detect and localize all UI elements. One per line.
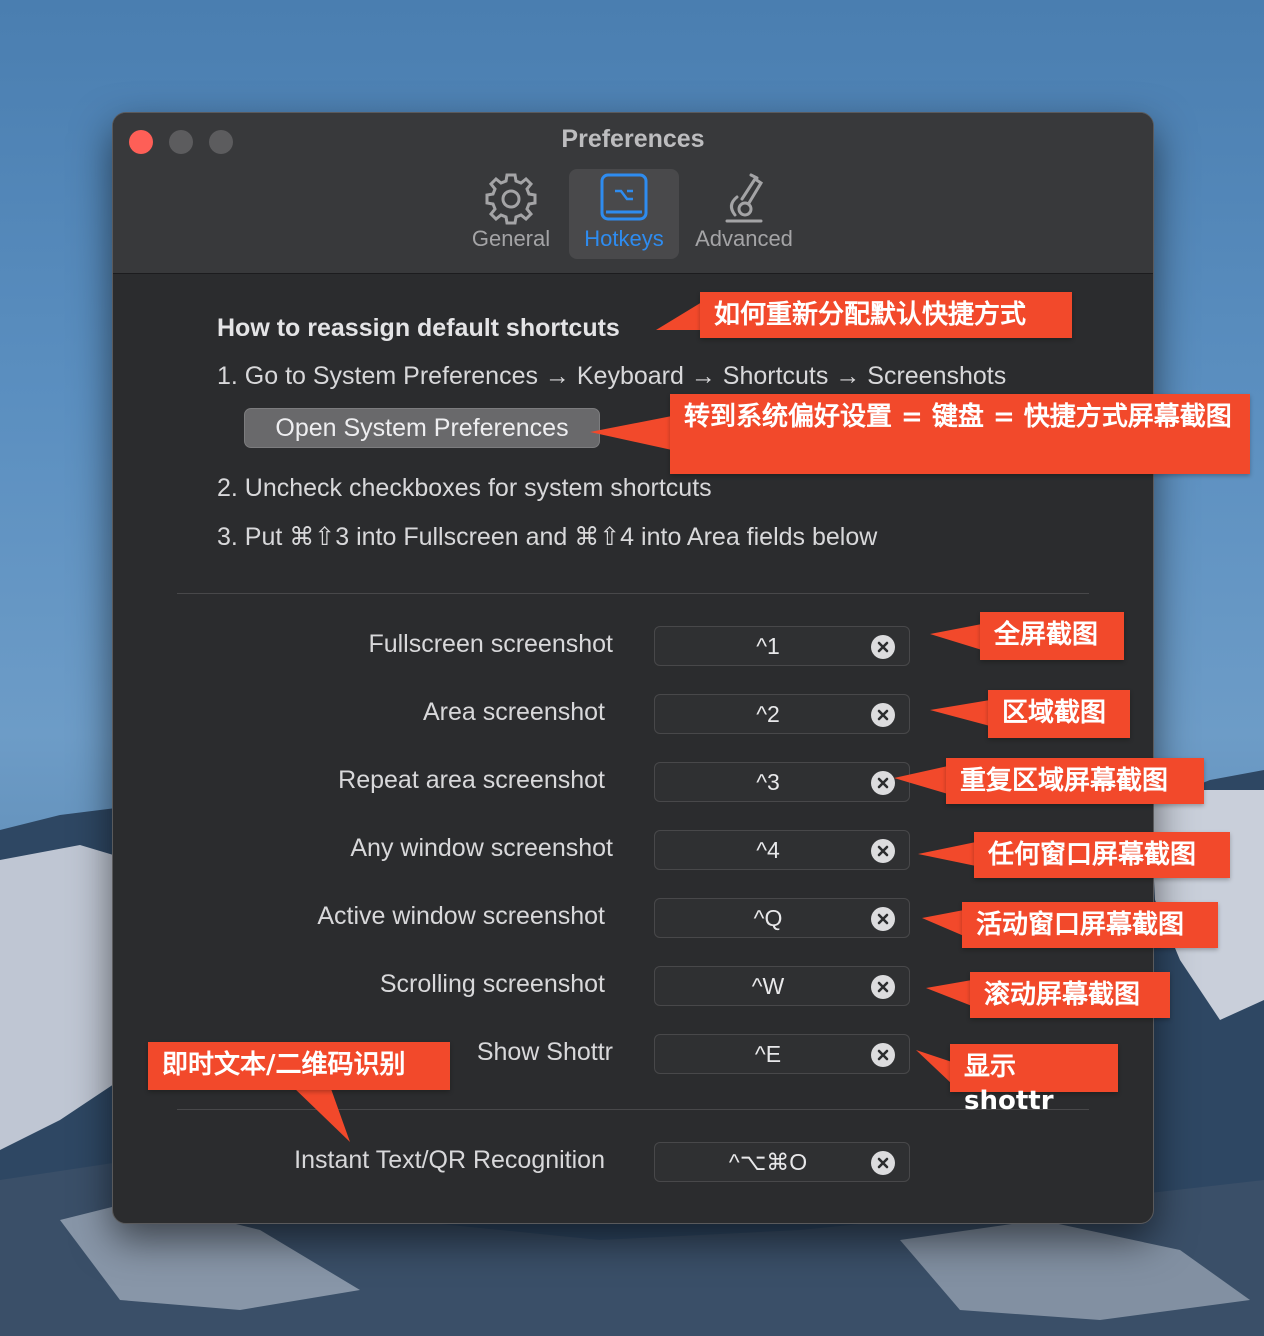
annotation-heading: 如何重新分配默认快捷方式	[700, 292, 1072, 338]
annotation-step1: 转到系统偏好设置 = 键盘 = 快捷方式屏幕截图	[670, 394, 1250, 474]
annotation-any-window: 任何窗口屏幕截图	[974, 832, 1230, 878]
annotation-repeat-area: 重复区域屏幕截图	[946, 758, 1204, 804]
annotation-pointer-active-window	[922, 910, 964, 936]
annotation-pointer-area	[930, 700, 990, 726]
annotation-pointer-fullscreen	[930, 624, 982, 650]
annotation-scrolling: 滚动屏幕截图	[970, 972, 1170, 1018]
annotation-instant-text: 即时文本/二维码识别	[148, 1042, 450, 1090]
annotation-pointers	[292, 302, 990, 1142]
annotation-pointer-instant-text	[292, 1086, 350, 1142]
annotation-pointer-scrolling	[926, 980, 972, 1006]
annotation-area: 区域截图	[988, 690, 1130, 738]
annotation-pointer-repeat-area	[894, 766, 948, 794]
annotation-pointer-heading	[656, 302, 702, 330]
annotation-pointer-show-shottr	[916, 1050, 952, 1084]
annotation-pointer-step1	[590, 416, 672, 450]
annotation-active-window: 活动窗口屏幕截图	[962, 902, 1218, 948]
annotation-fullscreen: 全屏截图	[980, 612, 1124, 660]
annotation-pointer-any-window	[918, 842, 976, 866]
annotation-show-shottr: 显示 shottr	[950, 1044, 1118, 1116]
